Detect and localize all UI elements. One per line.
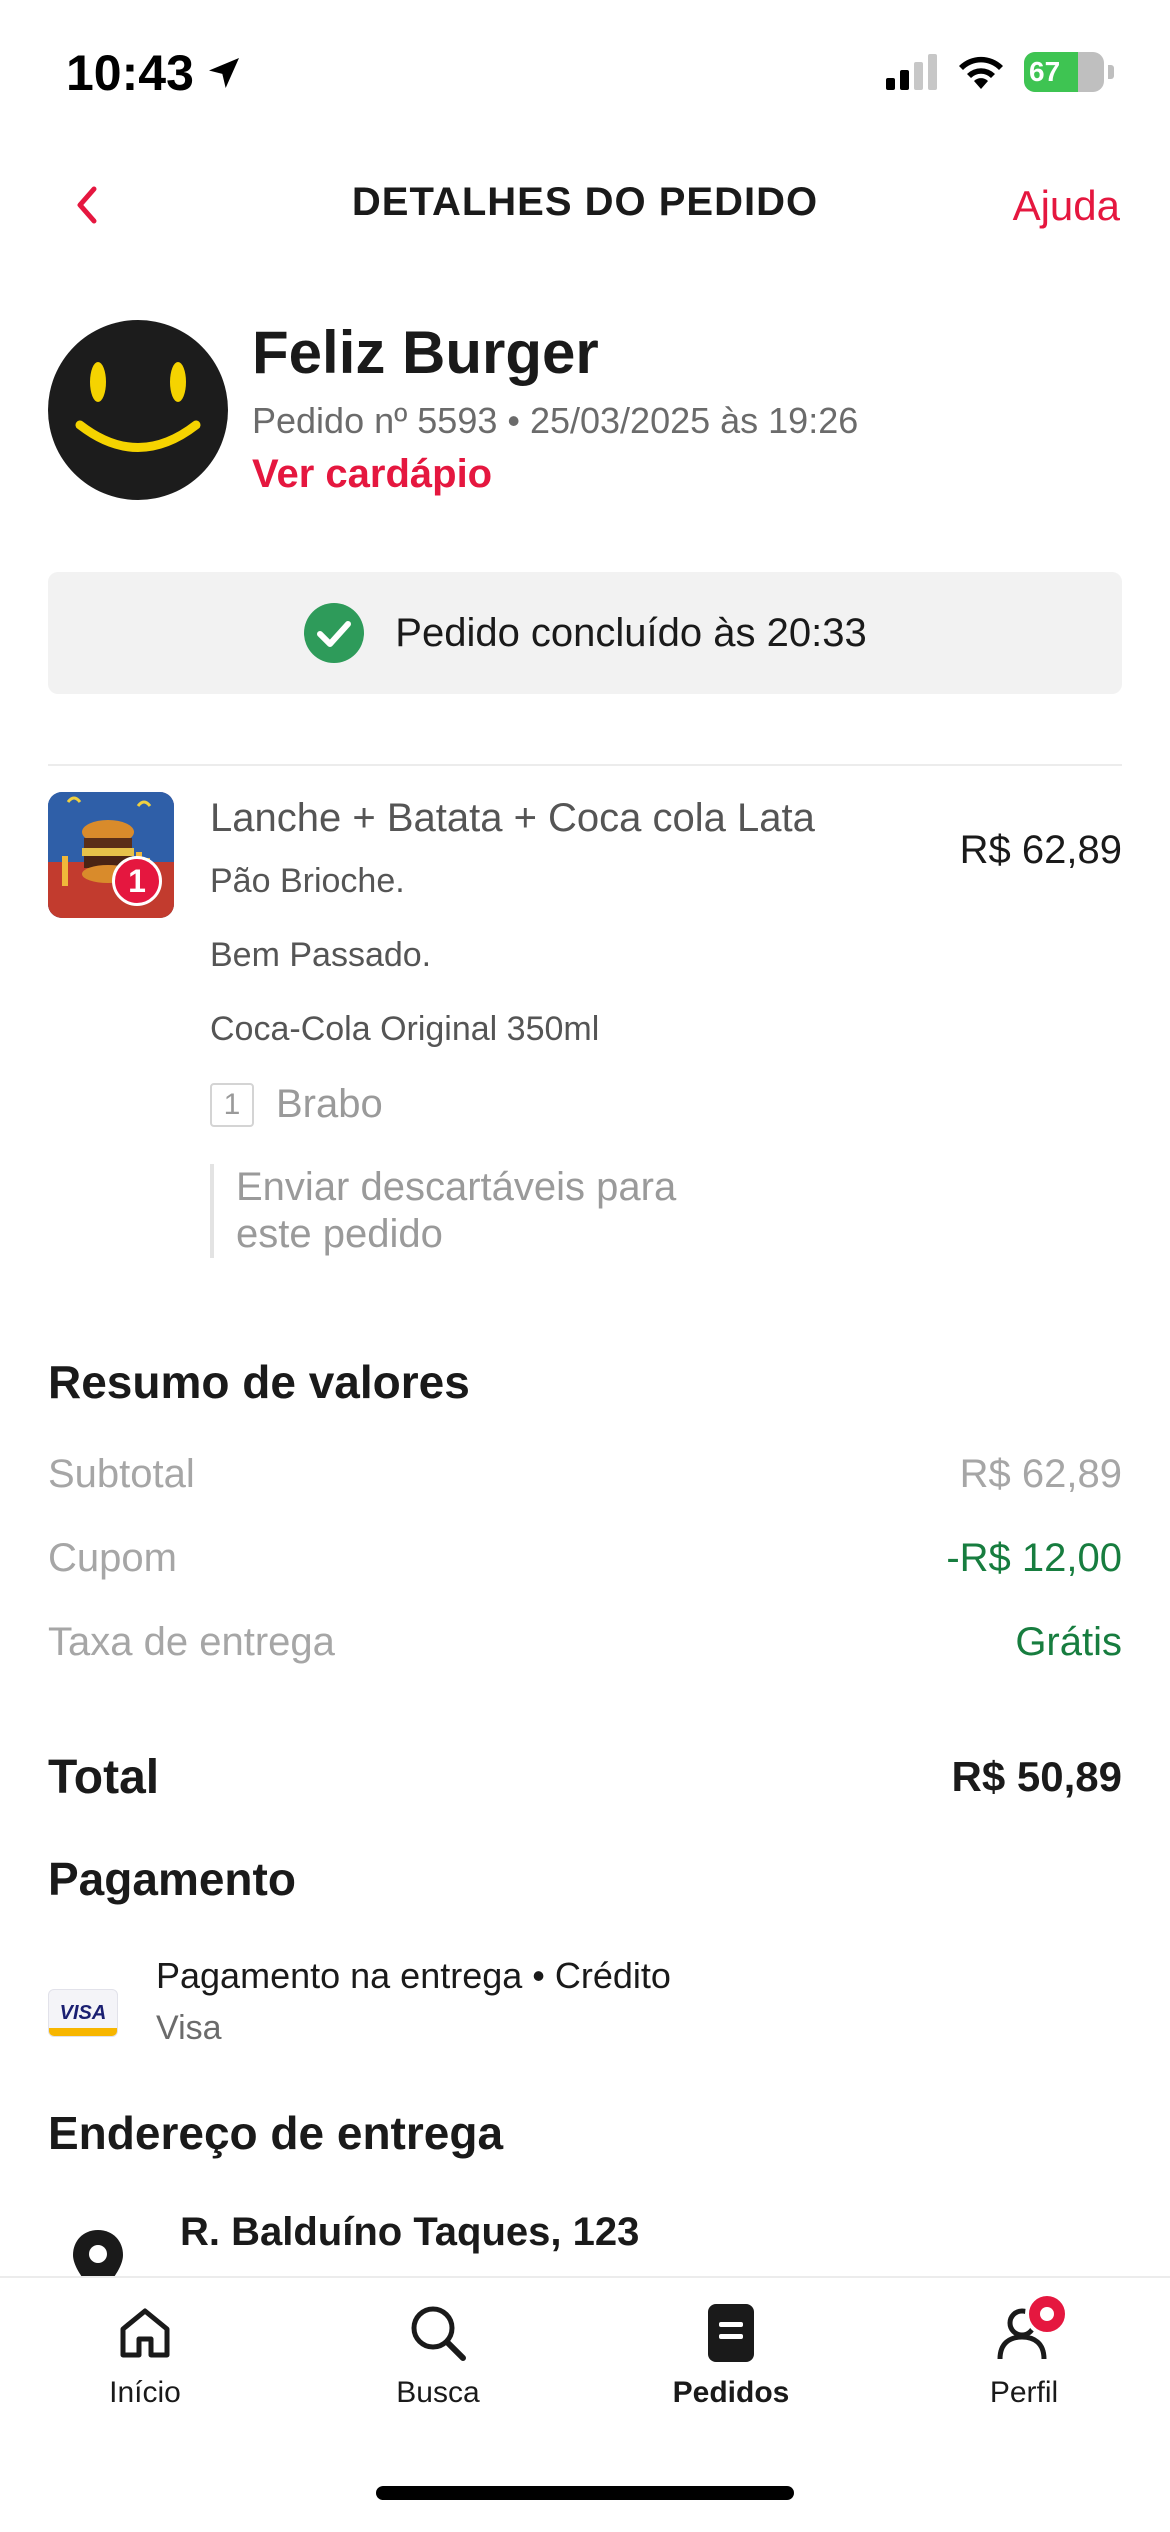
visa-card-icon: VISA bbox=[48, 1989, 118, 2037]
search-icon bbox=[403, 2298, 473, 2368]
order-status-banner: Pedido concluído às 20:33 bbox=[48, 572, 1122, 694]
restaurant-logo bbox=[48, 320, 228, 500]
item-image: 1 bbox=[48, 792, 174, 918]
page-title: DETALHES DO PEDIDO bbox=[351, 180, 819, 224]
extra-quantity: 1 bbox=[210, 1082, 254, 1127]
tab-label: Busca bbox=[396, 2376, 480, 2409]
orders-icon bbox=[696, 2298, 766, 2368]
tab-label: Perfil bbox=[989, 2376, 1059, 2409]
address-title: Endereço de entrega bbox=[48, 2107, 504, 2159]
battery-text: 67 bbox=[1029, 56, 1061, 87]
total-row: Total R$ 50,89 bbox=[48, 1742, 1122, 1812]
item-note: Enviar descartáveis para este pedido bbox=[210, 1164, 730, 1258]
check-circle-icon bbox=[304, 603, 365, 663]
item-option: Coca-Cola Original 350ml bbox=[210, 1010, 600, 1048]
view-menu-link[interactable]: Ver cardápio bbox=[252, 452, 492, 497]
coupon-row: Cupom -R$ 12,00 bbox=[48, 1528, 1122, 1588]
tab-label: Início bbox=[109, 2376, 181, 2409]
tab-search[interactable]: Busca bbox=[318, 2298, 558, 2418]
profile-icon bbox=[989, 2292, 1069, 2368]
restaurant-name: Feliz Burger bbox=[252, 319, 599, 386]
smiley-logo-icon bbox=[75, 362, 201, 452]
tab-orders[interactable]: Pedidos bbox=[611, 2298, 851, 2418]
delivery-fee-value: Grátis bbox=[1015, 1619, 1122, 1664]
tab-home[interactable]: Início bbox=[25, 2298, 265, 2418]
total-value: R$ 50,89 bbox=[951, 1753, 1122, 1800]
home-icon bbox=[110, 2298, 180, 2368]
order-status-text: Pedido concluído às 20:33 bbox=[395, 610, 867, 655]
help-link[interactable]: Ajuda bbox=[1013, 182, 1120, 230]
subtotal-label: Subtotal bbox=[48, 1451, 195, 1496]
item-option: Bem Passado. bbox=[210, 936, 432, 974]
status-time-text: 10:43 bbox=[66, 45, 194, 101]
status-bar: 10:43 67 bbox=[0, 0, 1170, 150]
header: DETALHES DO PEDIDO Ajuda bbox=[0, 150, 1170, 260]
subtotal-row: Subtotal R$ 62,89 bbox=[48, 1444, 1122, 1504]
coupon-label: Cupom bbox=[48, 1535, 177, 1580]
tab-profile[interactable]: Perfil bbox=[904, 2292, 1144, 2418]
item-price: R$ 62,89 bbox=[959, 828, 1122, 872]
payment-brand: Visa bbox=[156, 2009, 222, 2047]
visa-stripe bbox=[49, 2028, 117, 2036]
signal-icon bbox=[886, 54, 937, 90]
order-info: Pedido nº 5593 • 25/03/2025 às 19:26 bbox=[252, 400, 859, 441]
address-line: R. Balduíno Taques, 123 bbox=[180, 2210, 640, 2254]
item-option: Pão Brioche. bbox=[210, 862, 405, 900]
delivery-fee-row: Taxa de entrega Grátis bbox=[48, 1612, 1122, 1672]
delivery-address: R. Balduíno Taques, 123 bbox=[48, 2200, 1122, 2296]
summary-title: Resumo de valores bbox=[48, 1356, 470, 1408]
notification-dot bbox=[1025, 2292, 1069, 2336]
item-name: Lanche + Batata + Coca cola Lata bbox=[210, 796, 815, 840]
visa-text: VISA bbox=[59, 2001, 107, 2024]
extra-name: Brabo bbox=[276, 1082, 383, 1126]
total-label: Total bbox=[48, 1750, 160, 1804]
payment-title: Pagamento bbox=[48, 1853, 296, 1905]
status-icons: 67 bbox=[886, 52, 1114, 92]
burger-image-icon bbox=[48, 792, 174, 918]
payment-method: VISA Pagamento na entrega • Crédito Visa bbox=[48, 1955, 1122, 2065]
location-arrow-icon bbox=[208, 58, 239, 88]
wifi-icon bbox=[959, 56, 1003, 89]
battery-icon: 67 bbox=[1024, 52, 1104, 92]
home-indicator bbox=[376, 2486, 794, 2500]
subtotal-value: R$ 62,89 bbox=[959, 1451, 1122, 1496]
delivery-fee-label: Taxa de entrega bbox=[48, 1619, 335, 1664]
item-quantity-badge: 1 bbox=[112, 856, 162, 906]
tab-label: Pedidos bbox=[672, 2376, 790, 2409]
restaurant-card: Feliz Burger Pedido nº 5593 • 25/03/2025… bbox=[48, 318, 1122, 503]
item-extra: 1 Brabo bbox=[210, 1082, 383, 1127]
order-item: 1 Lanche + Batata + Coca cola Lata R$ 62… bbox=[48, 790, 1122, 1270]
status-time: 10:43 bbox=[66, 44, 244, 102]
coupon-value: -R$ 12,00 bbox=[946, 1535, 1122, 1580]
divider bbox=[48, 764, 1122, 766]
battery-cap bbox=[1108, 65, 1114, 79]
payment-method-text: Pagamento na entrega • Crédito bbox=[156, 1955, 671, 1996]
